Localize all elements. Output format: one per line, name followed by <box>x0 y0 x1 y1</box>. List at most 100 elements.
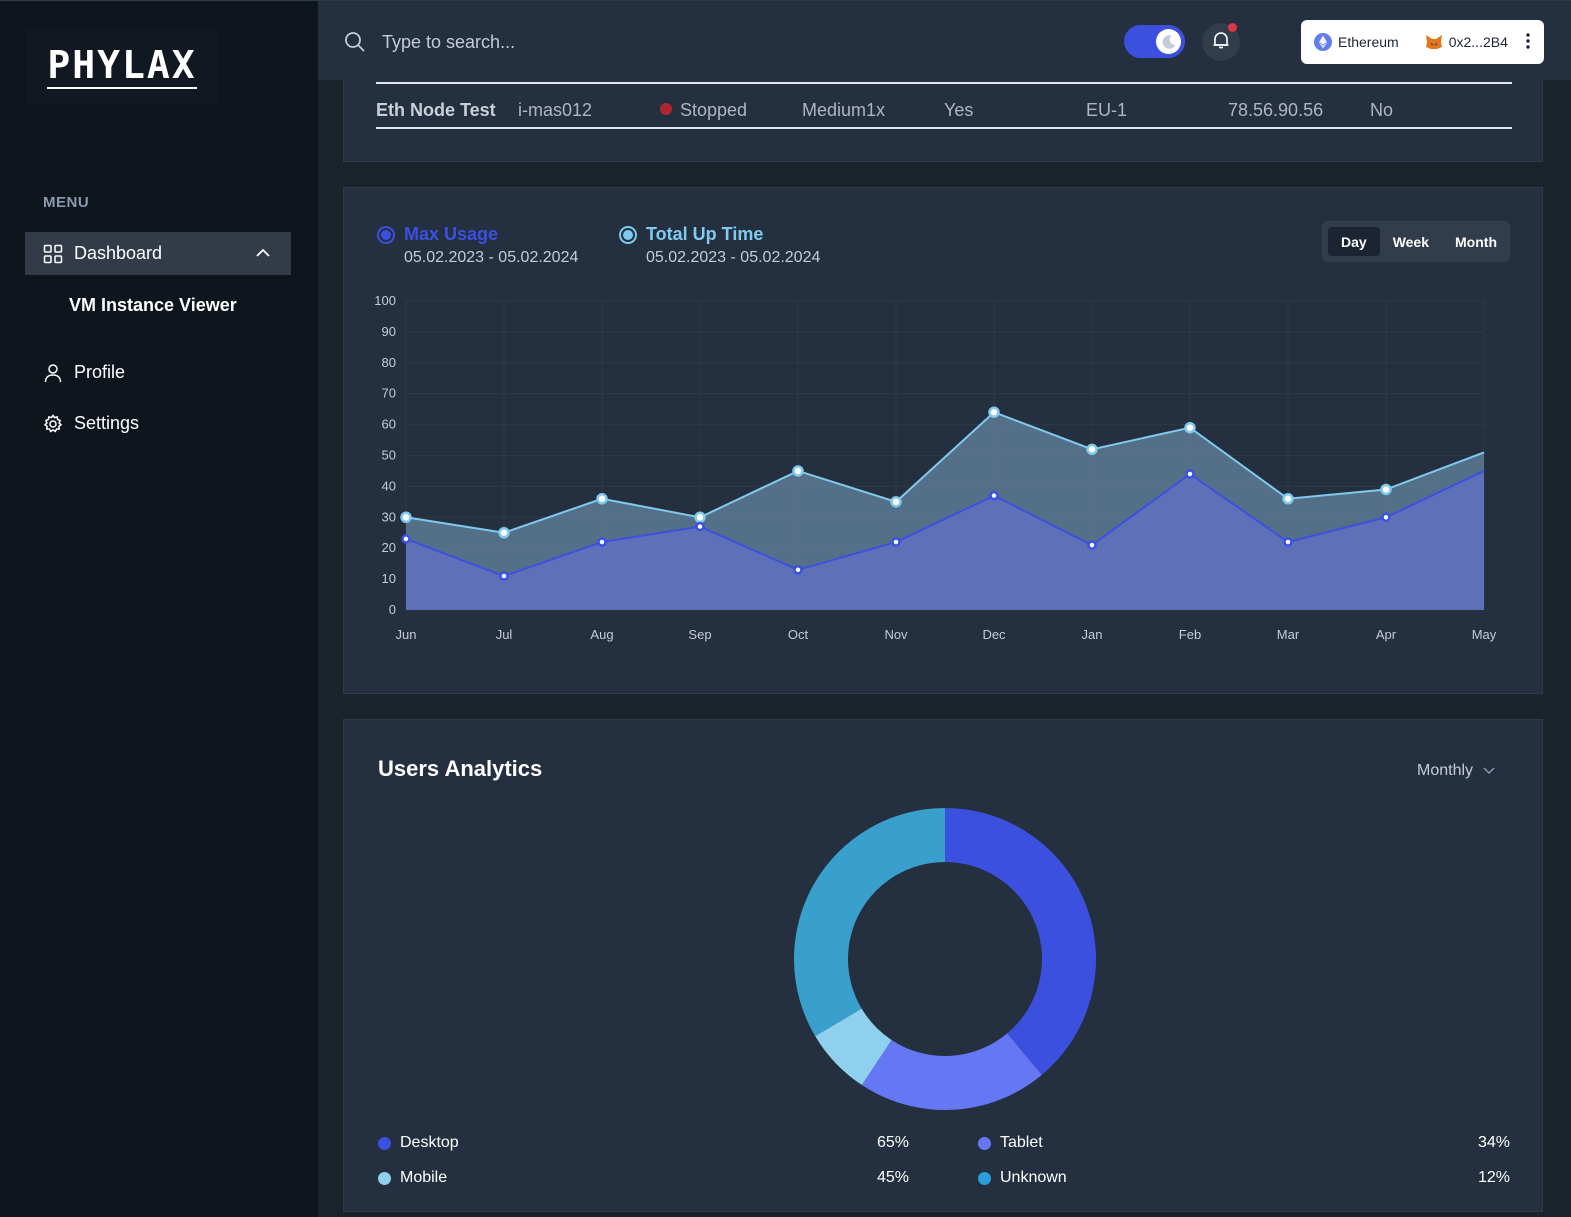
y-tick-label: 20 <box>382 540 396 555</box>
donut-slice-tablet <box>861 1033 1042 1110</box>
x-tick-label: Feb <box>1179 627 1201 642</box>
period-week-button[interactable]: Week <box>1380 227 1442 256</box>
chevron-down-icon <box>1483 767 1495 775</box>
y-tick-label: 30 <box>382 509 396 524</box>
data-point <box>1380 483 1392 496</box>
chevron-up-icon[interactable] <box>255 245 271 266</box>
search-icon[interactable] <box>344 31 366 58</box>
data-point <box>792 465 804 477</box>
y-tick-label: 70 <box>382 386 396 401</box>
legend-label: Total Up Time <box>646 224 764 244</box>
data-point <box>1184 421 1196 434</box>
grid-icon <box>43 244 63 264</box>
x-tick-label: Mar <box>1277 627 1300 642</box>
cell-status: Stopped <box>660 100 747 121</box>
y-tick-label: 0 <box>389 602 396 617</box>
cell-size: Medium1x <box>802 100 886 120</box>
user-icon <box>43 363 63 383</box>
legend-dates: 05.02.2023 - 05.02.2024 <box>404 249 579 266</box>
period-day-button[interactable]: Day <box>1328 227 1380 256</box>
period-value: Monthly <box>1417 762 1474 779</box>
card-title: Users Analytics <box>378 756 543 781</box>
kebab-menu-icon[interactable] <box>1526 32 1530 53</box>
cell-instance-id: i-mas012 <box>518 100 593 120</box>
data-point <box>1086 443 1098 456</box>
sidebar: PHYLAX MENU Dashboard VM Instance Viewer… <box>0 0 318 1217</box>
legend-dot <box>378 1137 391 1150</box>
x-tick-label: Aug <box>590 627 613 642</box>
cell-region: EU-1 <box>1086 100 1128 120</box>
y-tick-label: 10 <box>382 571 396 586</box>
sidebar-item-label: Dashboard <box>74 243 163 263</box>
x-tick-label: Dec <box>982 627 1006 642</box>
legend-percent: 65% <box>876 1134 909 1151</box>
search-input[interactable] <box>382 27 882 57</box>
sidebar-item-label: Profile <box>74 362 126 382</box>
data-point <box>890 496 902 508</box>
notifications-button[interactable] <box>1202 23 1240 61</box>
legend-dot <box>978 1137 991 1150</box>
y-tick-label: 90 <box>382 324 396 339</box>
legend-name: Mobile <box>400 1169 448 1186</box>
cell-flag: No <box>1370 100 1394 120</box>
data-point <box>989 490 999 501</box>
data-point <box>596 493 608 505</box>
donut-slice-unknown <box>794 808 945 1037</box>
sidebar-item-settings[interactable]: Settings <box>25 402 291 445</box>
legend-percent: 12% <box>1477 1169 1510 1186</box>
row-divider <box>376 127 1512 129</box>
x-tick-label: Oct <box>788 627 809 642</box>
y-tick-label: 60 <box>382 417 396 432</box>
dark-mode-toggle[interactable] <box>1124 25 1185 58</box>
y-tick-label: 40 <box>382 478 396 493</box>
x-tick-label: Jun <box>396 627 417 642</box>
users-analytics-card: Users Analytics Monthly Desktop 65% Tabl… <box>343 719 1543 1212</box>
legend-name: Tablet <box>1000 1134 1043 1151</box>
data-point <box>1283 537 1293 547</box>
legend-percent: 45% <box>876 1169 909 1186</box>
legend-dot <box>978 1172 991 1185</box>
users-donut-chart <box>794 808 1096 1110</box>
x-tick-label: May <box>1472 627 1497 642</box>
wallet-widget: Ethereum 0x2...2B4 <box>1301 20 1544 64</box>
network-selector[interactable]: Ethereum <box>1314 33 1399 51</box>
vm-table-card: Eth Node Test i-mas012 Stopped Medium1x … <box>343 80 1543 162</box>
y-tick-label: 100 <box>374 293 396 308</box>
legend-name: Unknown <box>1000 1169 1067 1186</box>
period-switcher: Day Week Month <box>1322 221 1510 262</box>
bell-icon <box>1211 30 1231 55</box>
data-point <box>498 527 510 539</box>
status-dot <box>660 103 672 115</box>
data-point <box>597 537 607 547</box>
x-tick-label: Nov <box>884 627 908 642</box>
sidebar-subitem-vm-instance-viewer[interactable]: VM Instance Viewer <box>69 295 237 316</box>
data-point <box>694 511 706 524</box>
row-divider <box>376 82 1512 84</box>
data-point <box>1381 512 1391 523</box>
x-tick-label: Jan <box>1082 627 1103 642</box>
legend-radio <box>619 226 637 244</box>
gear-icon <box>43 413 63 434</box>
donut-slice-desktop <box>945 808 1096 1075</box>
account-selector[interactable]: 0x2...2B4 <box>1425 34 1508 50</box>
cell-name: Eth Node Test <box>376 100 496 120</box>
period-month-button[interactable]: Month <box>1442 227 1510 256</box>
legend-name: Desktop <box>400 1134 459 1151</box>
data-point <box>499 571 509 581</box>
sidebar-item-dashboard[interactable]: Dashboard <box>25 232 291 275</box>
period-dropdown[interactable]: Monthly <box>1417 762 1495 780</box>
logo[interactable]: PHYLAX <box>26 29 218 105</box>
account-label: 0x2...2B4 <box>1448 34 1508 50</box>
legend-label: Max Usage <box>404 224 499 244</box>
data-point <box>1087 540 1097 550</box>
legend-dot <box>378 1172 391 1185</box>
metamask-fox-icon <box>1425 34 1443 50</box>
cell-ip: 78.56.90.56 <box>1228 100 1324 120</box>
data-point <box>891 537 901 547</box>
usage-chart-card: Max Usage 05.02.2023 - 05.02.2024 Total … <box>343 187 1543 694</box>
data-point <box>793 565 803 575</box>
ethereum-icon <box>1314 33 1332 51</box>
sidebar-item-label: Settings <box>74 413 140 433</box>
data-point <box>988 406 1000 418</box>
sidebar-item-profile[interactable]: Profile <box>25 351 291 394</box>
